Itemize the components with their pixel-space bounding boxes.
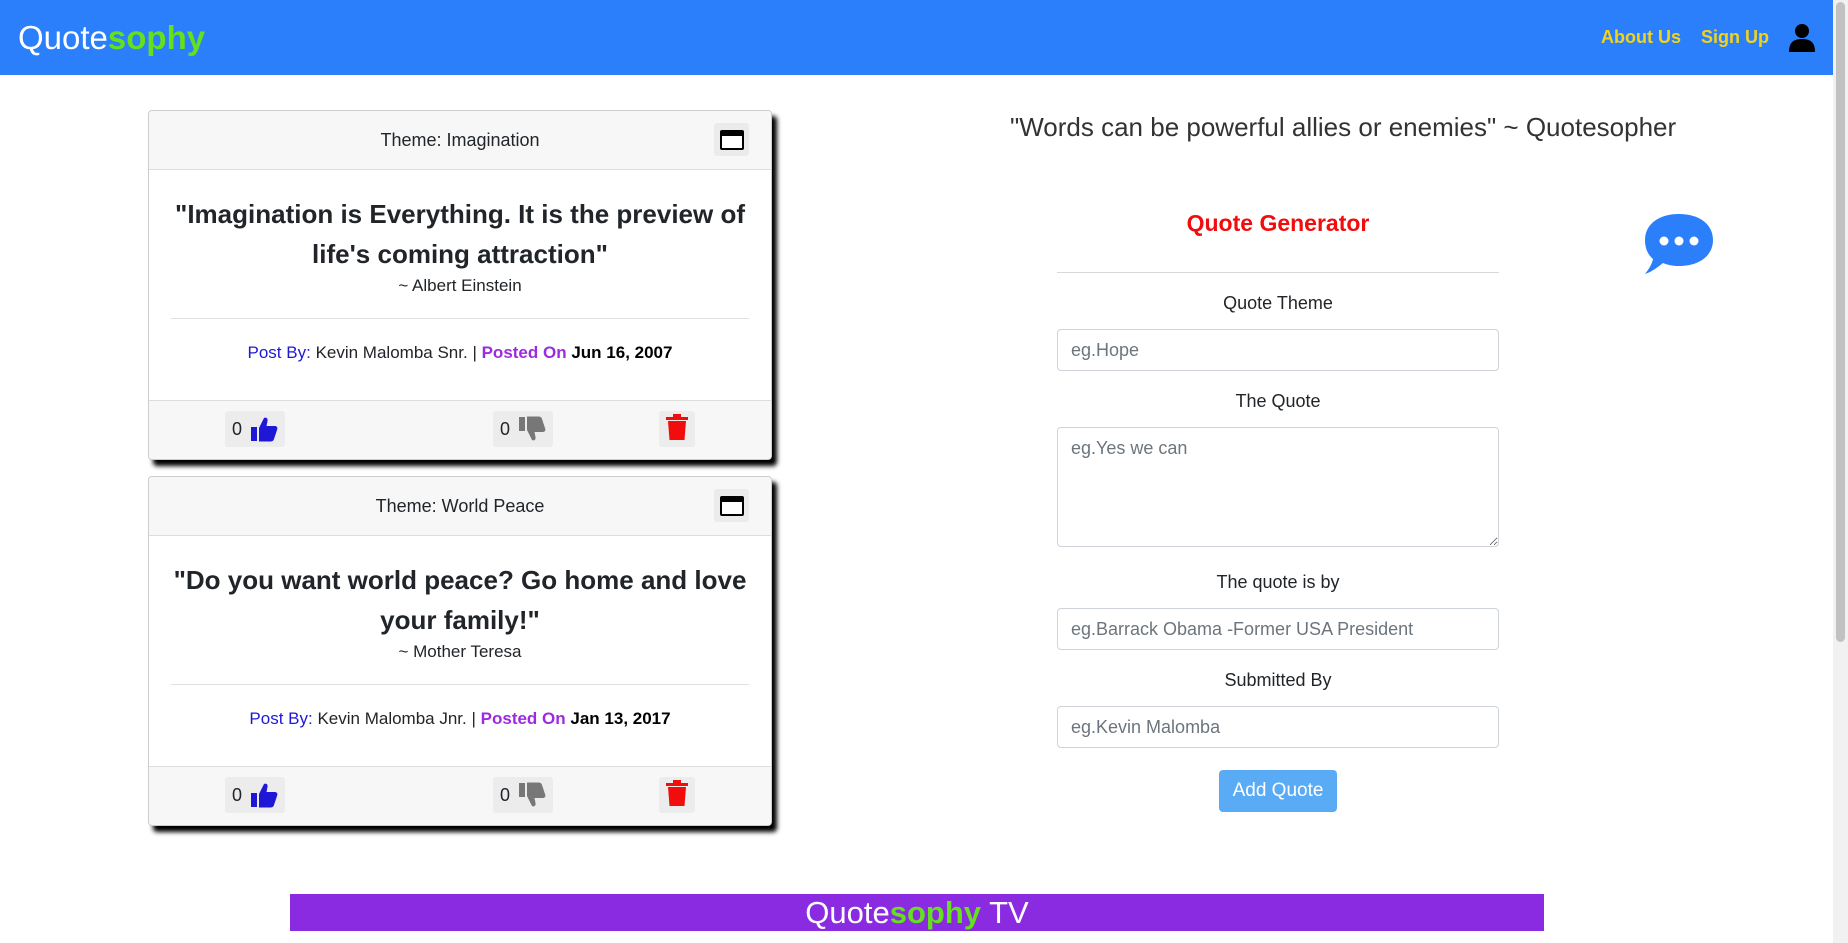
post-info: Post By: Kevin Malomba Jnr. | Posted On … bbox=[171, 709, 749, 729]
quote-theme: Theme: World Peace bbox=[375, 495, 545, 516]
scrollbar-thumb[interactable] bbox=[1836, 2, 1845, 642]
upvote-count: 0 bbox=[232, 418, 243, 439]
quote-theme-input[interactable] bbox=[1057, 329, 1499, 371]
trash-icon bbox=[666, 779, 688, 811]
quote-text: "Imagination is Everything. It is the pr… bbox=[175, 199, 745, 269]
tv-brand-plain: Quote bbox=[805, 895, 890, 930]
upvote-count: 0 bbox=[232, 784, 243, 805]
quote-text-label: The Quote bbox=[1235, 391, 1321, 411]
post-by-label: Post By: bbox=[247, 343, 311, 362]
card-divider bbox=[171, 684, 749, 685]
about-us-link[interactable]: About Us bbox=[1601, 27, 1681, 48]
thumbs-down-icon bbox=[518, 782, 546, 808]
posted-on-label: Posted On bbox=[480, 709, 566, 728]
trash-icon bbox=[666, 413, 688, 445]
card-header: Theme: World Peace bbox=[149, 477, 771, 536]
post-info: Post By: Kevin Malomba Snr. | Posted On … bbox=[171, 343, 749, 363]
quote-card: Theme: World Peace "Do you want world pe… bbox=[148, 476, 772, 826]
nav-links: About Us Sign Up bbox=[1601, 23, 1815, 53]
post-separator: | bbox=[471, 709, 476, 728]
card-divider bbox=[171, 318, 749, 319]
chat-bubble-icon[interactable] bbox=[1643, 212, 1715, 276]
quote-card: Theme: Imagination "Imagination is Every… bbox=[148, 110, 772, 460]
tv-brand-suffix: TV bbox=[981, 895, 1029, 930]
thumbs-up-icon bbox=[250, 782, 278, 808]
post-date: Jun 16, 2007 bbox=[571, 343, 673, 362]
window-icon bbox=[719, 129, 744, 150]
toggle-view-button[interactable] bbox=[714, 489, 749, 522]
quote-theme-label: Quote Theme bbox=[1223, 293, 1333, 313]
quote-author: ~ Mother Teresa bbox=[398, 642, 522, 661]
page-scrollbar[interactable] bbox=[1833, 0, 1848, 943]
form-title: Quote Generator bbox=[1186, 210, 1370, 236]
upvote-button[interactable]: 0 bbox=[225, 411, 286, 447]
post-separator: | bbox=[472, 343, 477, 362]
add-quote-button[interactable]: Add Quote bbox=[1218, 770, 1338, 812]
downvote-count: 0 bbox=[500, 418, 511, 439]
posted-on-label: Posted On bbox=[481, 343, 567, 362]
card-body: "Imagination is Everything. It is the pr… bbox=[149, 170, 771, 363]
quote-text-input[interactable] bbox=[1057, 427, 1499, 547]
window-icon bbox=[719, 495, 744, 516]
brand-accent: sophy bbox=[107, 18, 206, 56]
quote-generator-form: Quote Generator Quote Theme The Quote Th… bbox=[1057, 210, 1499, 812]
quote-author-input[interactable] bbox=[1057, 608, 1499, 650]
quote-theme: Theme: Imagination bbox=[380, 129, 540, 150]
navbar: Quotesophy About Us Sign Up bbox=[0, 0, 1833, 75]
thumbs-down-icon bbox=[518, 416, 546, 442]
form-divider bbox=[1057, 272, 1499, 273]
downvote-count: 0 bbox=[500, 784, 511, 805]
poster-name: Kevin Malomba Jnr. bbox=[317, 709, 467, 728]
downvote-button[interactable]: 0 bbox=[493, 777, 554, 813]
sign-up-link[interactable]: Sign Up bbox=[1701, 27, 1769, 48]
quotesophy-tv-banner: Quotesophy TV bbox=[290, 894, 1544, 931]
downvote-button[interactable]: 0 bbox=[493, 411, 554, 447]
card-header: Theme: Imagination bbox=[149, 111, 771, 170]
toggle-view-button[interactable] bbox=[714, 123, 749, 156]
brand-plain: Quote bbox=[18, 18, 108, 56]
user-icon[interactable] bbox=[1789, 23, 1815, 53]
thumbs-up-icon bbox=[250, 416, 278, 442]
delete-button[interactable] bbox=[659, 777, 695, 813]
upvote-button[interactable]: 0 bbox=[225, 777, 286, 813]
card-footer: 0 0 bbox=[149, 766, 771, 825]
page-tagline: "Words can be powerful allies or enemies… bbox=[1010, 112, 1677, 142]
submitted-by-input[interactable] bbox=[1057, 706, 1499, 748]
post-date: Jan 13, 2017 bbox=[570, 709, 671, 728]
delete-button[interactable] bbox=[659, 411, 695, 447]
quote-author-label: The quote is by bbox=[1216, 572, 1340, 592]
card-body: "Do you want world peace? Go home and lo… bbox=[149, 536, 771, 729]
brand-logo[interactable]: Quotesophy bbox=[18, 19, 205, 57]
poster-name: Kevin Malomba Snr. bbox=[315, 343, 468, 362]
quote-author: ~ Albert Einstein bbox=[398, 276, 522, 295]
post-by-label: Post By: bbox=[249, 709, 313, 728]
tv-brand-accent: sophy bbox=[889, 895, 982, 930]
submitted-by-label: Submitted By bbox=[1224, 670, 1332, 690]
quote-text: "Do you want world peace? Go home and lo… bbox=[173, 565, 747, 635]
card-footer: 0 0 bbox=[149, 400, 771, 459]
